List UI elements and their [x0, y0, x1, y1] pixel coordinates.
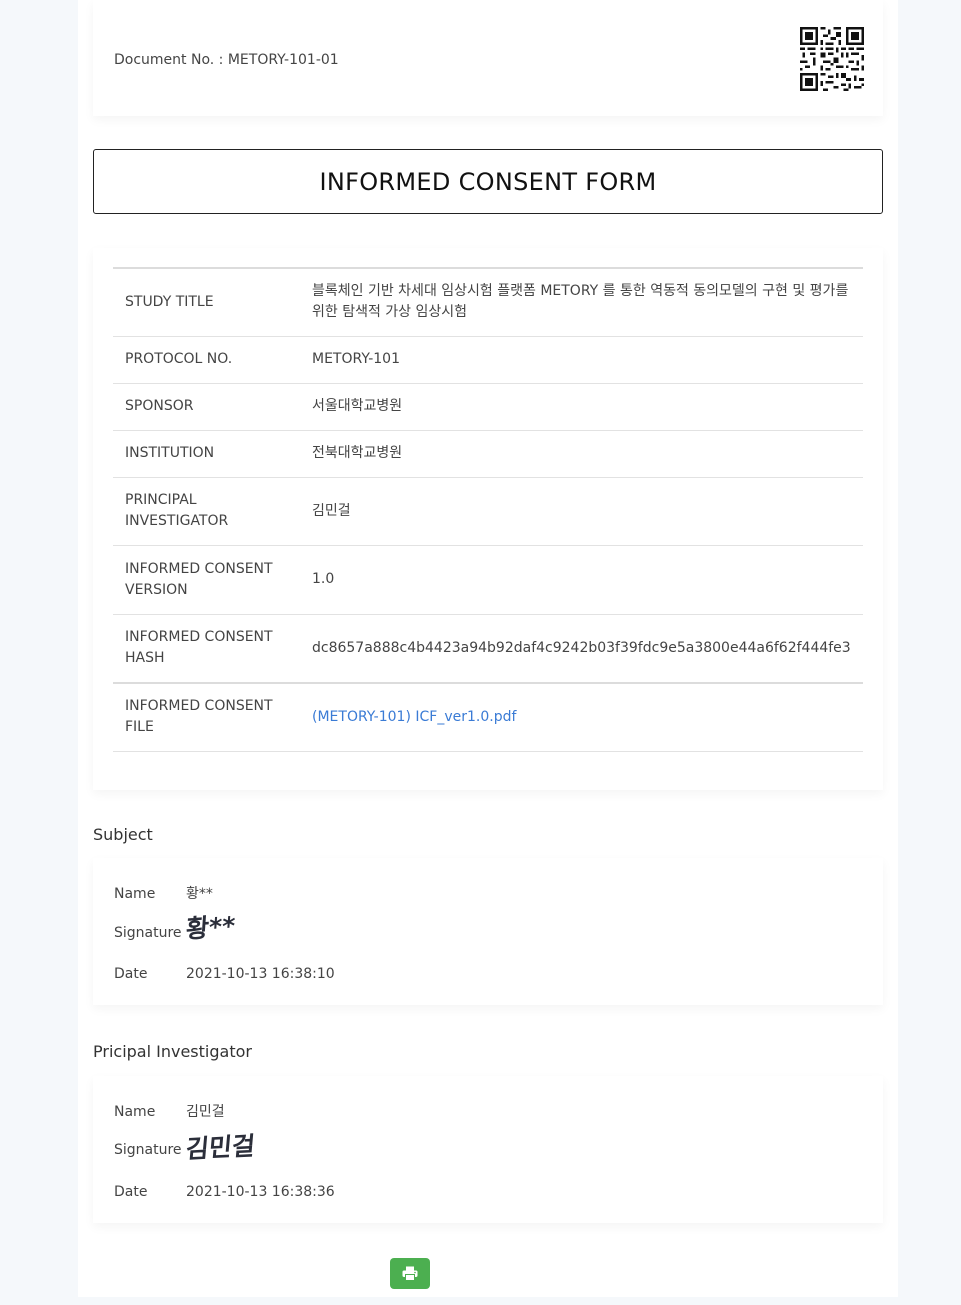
row-value: 1.0	[300, 545, 863, 615]
row-value: 김민걸	[300, 477, 863, 546]
investigator-name-row: Name 김민걸	[114, 1101, 225, 1121]
signature-label: Signature	[114, 925, 182, 941]
subject-card: Name 황** Signature 황** Date 2021-10-13 16:…	[93, 858, 883, 1005]
table-row: INFORMED CONSENT FILE (METORY-101) ICF_v…	[113, 683, 863, 752]
table-row: INFORMED CONSENT VERSION 1.0	[113, 545, 863, 615]
form-title: INFORMED CONSENT FORM	[93, 149, 883, 214]
row-value: 블록체인 기반 차세대 임상시험 플랫폼 METORY 를 통한 역동적 동의모…	[300, 268, 863, 337]
investigator-card: Name 김민걸 Signature 김민걸 Date 2021-10-13 16:…	[93, 1076, 883, 1223]
row-value: METORY-101	[300, 336, 863, 384]
row-label: SPONSOR	[113, 383, 300, 431]
table-row: STUDY TITLE 블록체인 기반 차세대 임상시험 플랫폼 METORY …	[113, 268, 863, 337]
header-card: Document No. : METORY-101-01	[93, 0, 883, 116]
consent-document: Document No. : METORY-101-01 INFORMED CO…	[78, 0, 898, 1297]
row-value: 전북대학교병원	[300, 430, 863, 478]
row-label: INFORMED CONSENT FILE	[113, 683, 300, 752]
row-label: INFORMED CONSENT VERSION	[113, 545, 300, 615]
date-label: Date	[114, 1184, 148, 1200]
subject-name-row: Name 황**	[114, 883, 213, 903]
consent-file-link[interactable]: (METORY-101) ICF_ver1.0.pdf	[312, 709, 516, 725]
name-label: Name	[114, 1104, 156, 1120]
subject-date-row: Date 2021-10-13 16:38:10	[114, 966, 335, 982]
investigator-name: 김민걸	[186, 1104, 225, 1120]
table-row: SPONSOR 서울대학교병원	[113, 383, 863, 431]
document-number: Document No. : METORY-101-01	[114, 52, 339, 68]
subject-signature-image: 황**	[184, 911, 237, 944]
investigator-signature-image: 김민걸	[184, 1131, 257, 1164]
consent-hash-value: dc8657a888c4b4423a94b92daf4c9242b03f39fd…	[300, 614, 863, 684]
row-value: (METORY-101) ICF_ver1.0.pdf	[300, 683, 863, 752]
subject-date: 2021-10-13 16:38:10	[186, 966, 335, 982]
study-info-table: STUDY TITLE 블록체인 기반 차세대 임상시험 플랫폼 METORY …	[113, 267, 863, 752]
qr-code-icon	[800, 27, 864, 91]
table-row: PROTOCOL NO. METORY-101	[113, 336, 863, 384]
row-label: INFORMED CONSENT HASH	[113, 614, 300, 684]
signature-label: Signature	[114, 1142, 182, 1158]
subject-name: 황**	[186, 886, 213, 902]
row-value: 서울대학교병원	[300, 383, 863, 431]
name-label: Name	[114, 886, 156, 902]
investigator-section-title: Pricipal Investigator	[93, 1042, 252, 1061]
table-row: INFORMED CONSENT HASH dc8657a888c4b4423a…	[113, 614, 863, 684]
print-icon	[402, 1266, 418, 1281]
row-label: PRINCIPAL INVESTIGATOR	[113, 477, 300, 546]
print-button[interactable]	[390, 1258, 430, 1289]
investigator-date: 2021-10-13 16:38:36	[186, 1184, 335, 1200]
date-label: Date	[114, 966, 148, 982]
study-info-card: STUDY TITLE 블록체인 기반 차세대 임상시험 플랫폼 METORY …	[93, 248, 883, 790]
row-label: PROTOCOL NO.	[113, 336, 300, 384]
table-row: PRINCIPAL INVESTIGATOR 김민걸	[113, 477, 863, 546]
row-label: STUDY TITLE	[113, 268, 300, 337]
row-label: INSTITUTION	[113, 430, 300, 478]
investigator-date-row: Date 2021-10-13 16:38:36	[114, 1184, 335, 1200]
subject-section-title: Subject	[93, 825, 153, 844]
table-row: INSTITUTION 전북대학교병원	[113, 430, 863, 478]
